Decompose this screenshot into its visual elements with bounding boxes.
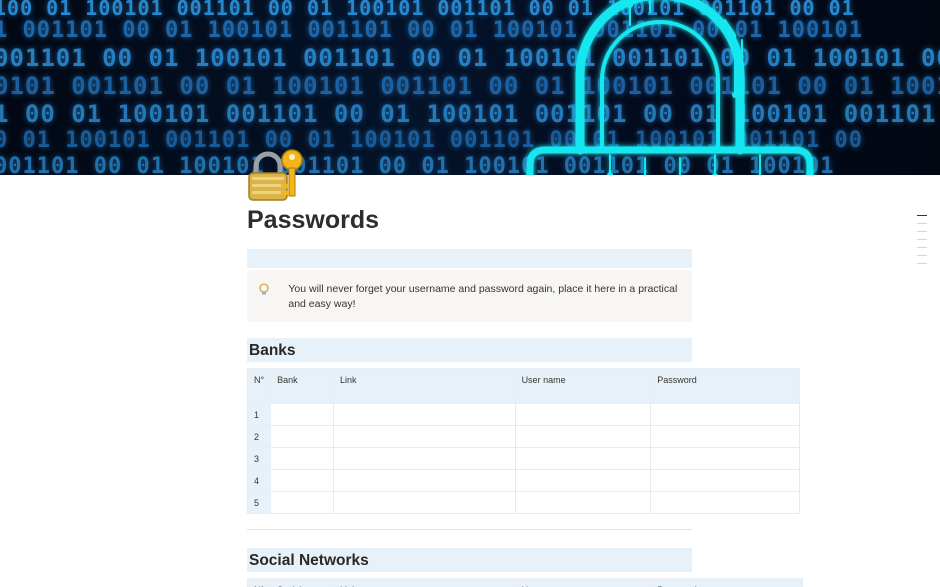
bank-cell[interactable] [270,425,335,448]
table-of-contents-minimap[interactable] [917,215,927,271]
row-number-cell[interactable]: 4 [246,469,272,492]
social-networks-table: N° Social Link User name Password [246,578,803,587]
column-header-bank[interactable]: Bank [270,368,335,404]
row-number-cell[interactable]: 1 [246,403,272,426]
bank-cell[interactable] [270,469,335,492]
column-header-password[interactable]: Password [650,368,800,404]
toc-line[interactable] [917,223,927,224]
password-cell[interactable] [650,403,800,426]
row-number-cell[interactable]: 3 [246,447,272,470]
link-cell[interactable] [333,403,516,426]
callout-block[interactable]: You will never forget your username and … [247,270,692,322]
toc-line[interactable] [917,239,927,240]
table-row: 3 [246,447,800,470]
column-header-user-name[interactable]: User name [514,578,652,587]
column-header-social[interactable]: Social [270,578,335,587]
link-cell[interactable] [333,491,516,514]
cover-image[interactable]: 100 01 100101 001101 00 01 100101 001101… [0,0,940,175]
password-cell[interactable] [650,491,800,514]
bank-cell[interactable] [270,491,335,514]
column-header-number[interactable]: N° [246,578,272,587]
lightbulb-icon [259,283,272,322]
password-cell[interactable] [650,425,800,448]
user-name-cell[interactable] [514,425,652,448]
notion-page: 100 01 100101 001101 00 01 100101 001101… [0,0,940,587]
user-name-cell[interactable] [514,447,652,470]
column-header-password[interactable]: Password [650,578,803,587]
banks-table: N° Bank Link User name Password 1 2 3 4 … [246,368,800,514]
callout-text: You will never forget your username and … [288,283,678,310]
link-cell[interactable] [333,447,516,470]
link-cell[interactable] [333,469,516,492]
column-header-user-name[interactable]: User name [514,368,652,404]
table-header-row: N° Bank Link User name Password [246,368,800,404]
user-name-cell[interactable] [514,491,652,514]
password-cell[interactable] [650,447,800,470]
table-row: 1 [246,403,800,426]
link-cell[interactable] [333,425,516,448]
banks-heading[interactable]: Banks [247,338,692,362]
row-number-cell[interactable]: 5 [246,491,272,514]
bank-cell[interactable] [270,403,335,426]
table-row: 2 [246,425,800,448]
toc-line[interactable] [917,215,927,216]
table-row: 5 [246,491,800,514]
row-number-cell[interactable]: 2 [246,425,272,448]
lock-with-key-icon[interactable] [246,146,306,204]
table-row: 4 [246,469,800,492]
empty-highlight-block[interactable] [247,249,692,268]
bank-cell[interactable] [270,447,335,470]
user-name-cell[interactable] [514,403,652,426]
column-header-link[interactable]: Link [333,578,516,587]
column-header-number[interactable]: N° [246,368,272,404]
user-name-cell[interactable] [514,469,652,492]
divider [247,529,692,530]
page-title[interactable]: Passwords [247,206,379,235]
toc-line[interactable] [917,263,927,264]
column-header-link[interactable]: Link [333,368,516,404]
toc-line[interactable] [917,231,927,232]
table-header-row: N° Social Link User name Password [246,578,803,587]
toc-line[interactable] [917,247,927,248]
circuit-padlock-icon [526,0,814,175]
password-cell[interactable] [650,469,800,492]
toc-line[interactable] [917,255,927,256]
social-networks-heading[interactable]: Social Networks [247,548,692,572]
